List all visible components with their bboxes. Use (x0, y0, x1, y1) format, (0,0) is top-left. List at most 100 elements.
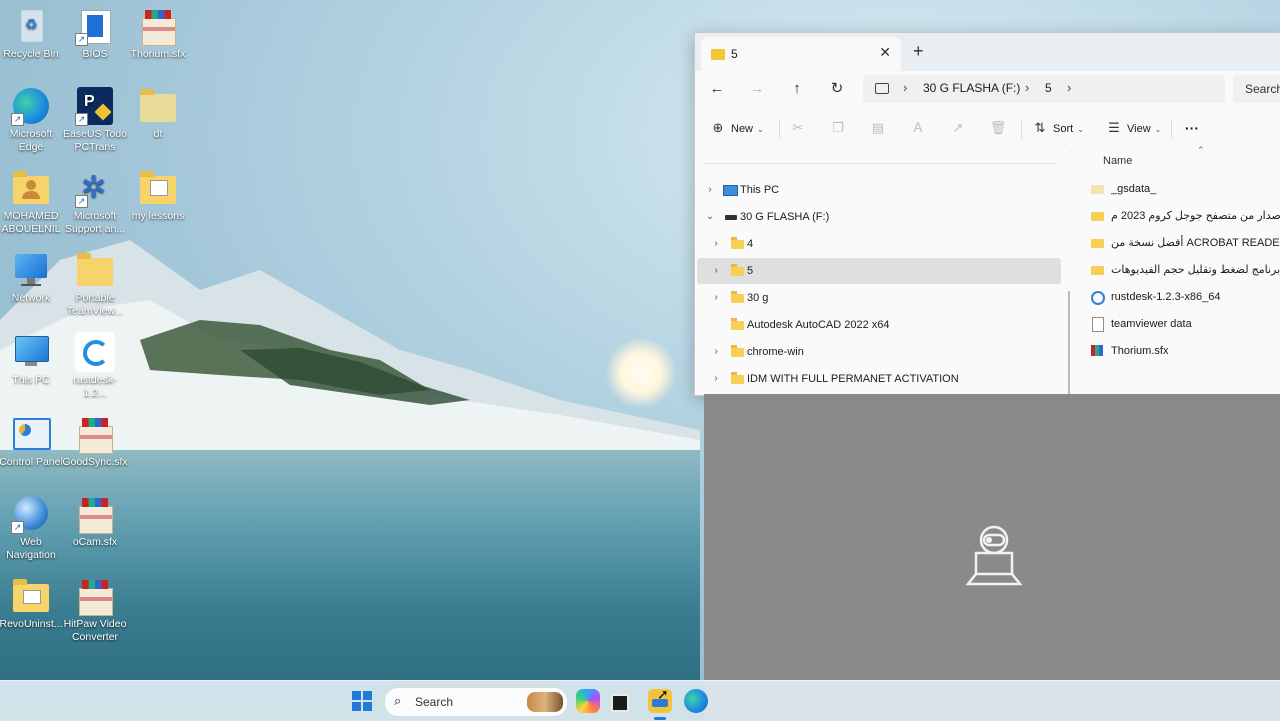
webcam-off-icon (965, 525, 1023, 586)
desktop-icon-goodsync[interactable]: GoodSync.sfx (62, 414, 128, 469)
breadcrumb-folder[interactable]: 5 (1045, 81, 1052, 95)
chevron-right-icon[interactable]: › (1025, 80, 1029, 95)
shortcut-arrow-icon: ↗ (11, 521, 24, 534)
search-input[interactable]: Search (1233, 75, 1280, 103)
forward-arrow-icon[interactable]: → (747, 79, 767, 99)
nav-item-label: Autodesk AutoCAD 2022 x64 (747, 319, 890, 331)
view-button[interactable]: ☰ View ⌄ (1107, 117, 1161, 139)
nav-item-drive[interactable]: ⌄ 30 G FLASHA (F:) (697, 204, 1061, 230)
edge-icon[interactable] (684, 689, 708, 713)
back-arrow-icon[interactable]: ← (707, 79, 727, 99)
desktop-icon-teamviewer[interactable]: Portable TeamView... (62, 250, 128, 318)
easeus-icon: P ↗ (75, 86, 115, 126)
nav-item-folder-idm[interactable]: › IDM WITH FULL PERMANET ACTIVATION (697, 366, 1061, 392)
edge-icon: ↗ (11, 86, 51, 126)
desktop-icon-bios[interactable]: ↗ BIOS (62, 6, 128, 61)
plus-circle-icon: ⊕ (712, 120, 724, 135)
nav-item-folder-4[interactable]: › 4 (697, 231, 1061, 257)
chevron-right-icon[interactable]: › (903, 80, 907, 95)
search-highlight-art (527, 692, 563, 712)
chevron-right-icon[interactable]: › (1067, 80, 1071, 95)
nav-item-label: 5 (747, 265, 754, 277)
cut-icon[interactable]: ✂ (789, 119, 807, 137)
nav-item-label: 4 (747, 238, 754, 250)
close-tab-icon[interactable]: ✕ (879, 44, 891, 61)
desktop-icon-recycle-bin[interactable]: ♻ Recycle Bin (0, 6, 64, 61)
address-bar: ← → ↑ ↻ › 30 G FLASHA (F:) › 5 › Search (695, 71, 1280, 107)
chevron-right-icon[interactable]: › (711, 339, 721, 365)
chevron-right-icon[interactable]: › (711, 366, 721, 392)
new-tab-button[interactable]: + (913, 41, 924, 62)
desktop-icon-this-pc[interactable]: This PC (0, 332, 64, 387)
rename-icon[interactable]: Ａ (909, 119, 927, 137)
divider (779, 119, 780, 139)
desktop-icon-dt[interactable]: dt (125, 86, 191, 141)
delete-icon[interactable]: 🗑 (989, 119, 1007, 137)
desktop-icon-web-navigation[interactable]: ↗ Web Navigation (0, 494, 64, 562)
file-name: _gsdata_ (1111, 183, 1157, 195)
folder-icon (731, 318, 744, 330)
up-arrow-icon[interactable]: ↑ (787, 79, 807, 99)
breadcrumb[interactable]: › 30 G FLASHA (F:) › 5 › (863, 75, 1225, 103)
nav-item-folder-autocad[interactable]: Autodesk AutoCAD 2022 x64 (697, 312, 1061, 338)
list-item[interactable]: teamviewer data (1091, 313, 1280, 335)
chevron-down-icon[interactable]: ⌄ (705, 204, 715, 230)
new-button[interactable]: ⊕ New ⌄ (711, 117, 764, 139)
taskbar-search-box[interactable]: ⌕ Search (384, 687, 568, 717)
desktop-icon-label: RevoUninst... (0, 618, 63, 630)
desktop-icon-user-folder[interactable]: MOHAMED ABOUELNIL (0, 168, 64, 236)
command-bar: ⊕ New ⌄ ✂ ❐ ▤ Ａ ↗ 🗑 ⇅ Sort ⌄ ☰ View ⌄ ··· (695, 107, 1280, 152)
desktop-icon-network[interactable]: Network (0, 250, 64, 305)
desktop-icon-edge[interactable]: ↗ Microsoft Edge (0, 86, 64, 154)
tab-current-folder[interactable]: 5 ✕ (701, 37, 901, 71)
tab-title: 5 (731, 47, 738, 61)
nav-item-folder-chrome[interactable]: › chrome-win (697, 339, 1061, 365)
navigation-pane: › This PC ⌄ 30 G FLASHA (F:) › 4 › 5 › 3… (695, 151, 1063, 395)
copilot-icon[interactable] (576, 689, 600, 713)
desktop-icon-hitpaw[interactable]: HitPaw Video Converter (62, 576, 128, 644)
folder-icon (711, 49, 725, 60)
desktop-icon-thorium[interactable]: Thorium.sfx (125, 6, 191, 61)
view-list-icon: ☰ (1108, 120, 1120, 135)
nav-item-folder-5[interactable]: › 5 (697, 258, 1061, 284)
nav-item-label: 30 g (747, 292, 769, 304)
chevron-down-icon: ⌄ (1077, 125, 1084, 134)
sort-button[interactable]: ⇅ Sort ⌄ (1033, 117, 1084, 139)
share-icon[interactable]: ↗ (949, 119, 967, 137)
nav-item-this-pc[interactable]: › This PC (697, 177, 1061, 203)
desktop-icon-label: Microsoft Edge (9, 128, 53, 153)
breadcrumb-drive[interactable]: 30 G FLASHA (F:) (923, 81, 1020, 95)
chevron-right-icon[interactable]: › (711, 285, 721, 311)
more-options-button[interactable]: ··· (1185, 117, 1199, 139)
chevron-right-icon[interactable]: › (711, 258, 721, 284)
nav-item-folder-30g[interactable]: › 30 g (697, 285, 1061, 311)
chevron-right-icon[interactable]: › (705, 177, 715, 203)
folder-icon (731, 291, 744, 303)
desktop-icon-label: HitPaw Video Converter (63, 618, 127, 643)
paste-icon[interactable]: ▤ (869, 119, 887, 137)
list-item[interactable]: ث اصدار من متصفح جوجل كروم 2023 م (1091, 205, 1280, 227)
desktop-icon-my-lessons[interactable]: my lessons (125, 168, 191, 223)
desktop-icon-easeus[interactable]: P ↗ EaseUS Todo PCTrans (62, 86, 128, 154)
list-item[interactable]: _gsdata_ (1091, 178, 1280, 200)
desktop-icon-ocam[interactable]: oCam.sfx (62, 494, 128, 549)
desktop-icon-label: oCam.sfx (72, 536, 118, 548)
list-item[interactable]: أفضل نسخة من ACROBAT READER DC (1091, 232, 1280, 254)
list-item[interactable]: Thorium.sfx (1091, 340, 1280, 362)
column-header-name[interactable]: Name (1103, 155, 1132, 167)
refresh-icon[interactable]: ↻ (827, 79, 847, 99)
start-button[interactable] (352, 691, 372, 711)
list-item[interactable]: rustdesk-1.2.3-x86_64 (1091, 286, 1280, 308)
desktop-icon-control-panel[interactable]: Control Panel (0, 414, 64, 469)
taskbar: ⌕ Search (0, 680, 1280, 721)
desktop-icon-label: Thorium.sfx (130, 48, 186, 60)
pane-splitter[interactable] (1063, 151, 1070, 395)
list-item[interactable]: وى برنامج لضغط وتقليل حجم الفيديوهات (1091, 259, 1280, 281)
copy-icon[interactable]: ❐ (829, 119, 847, 137)
desktop-icon-rustdesk[interactable]: rustdesk-1.2... (62, 332, 128, 400)
desktop-icon-ms-support[interactable]: ✲ ↗ Microsoft Support an... (62, 168, 128, 236)
folder-icon (11, 576, 51, 616)
terminal-icon[interactable] (611, 694, 629, 712)
desktop-icon-revo[interactable]: RevoUninst... (0, 576, 64, 631)
chevron-right-icon[interactable]: › (711, 231, 721, 257)
